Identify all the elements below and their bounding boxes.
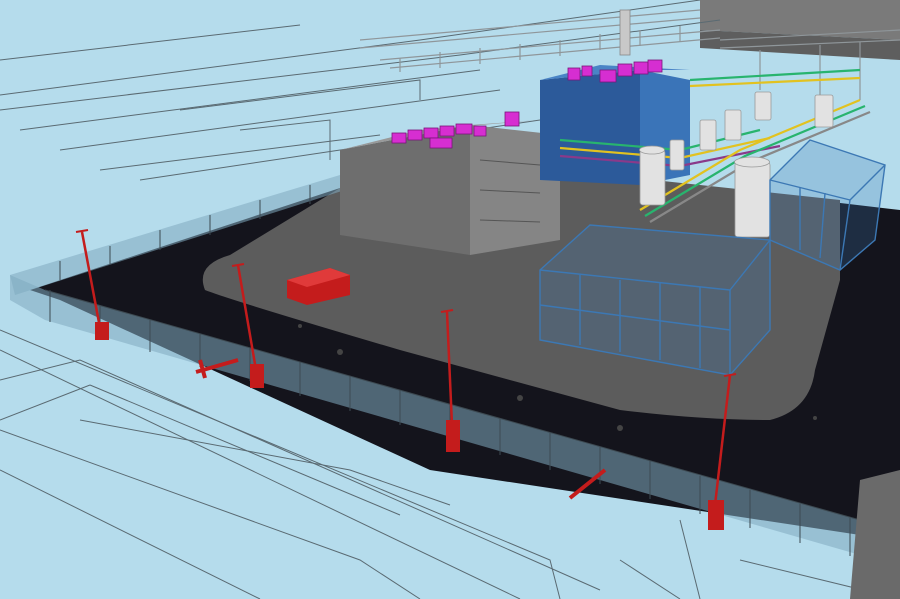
stack [619,9,631,56]
plant-3d-viewport[interactable] [0,0,900,599]
blue-process-building [540,65,690,185]
